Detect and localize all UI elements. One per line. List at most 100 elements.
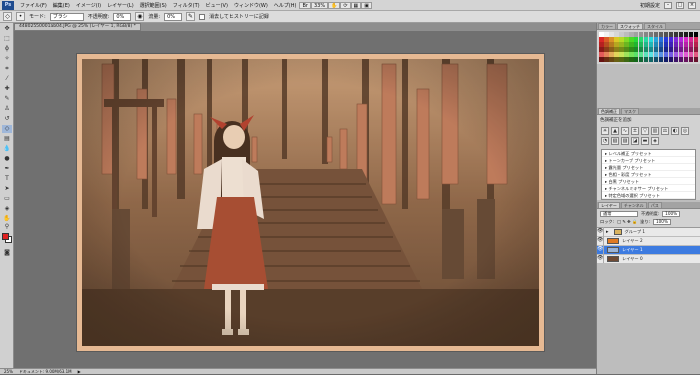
exposure-icon[interactable]: ±: [631, 126, 639, 135]
3d-tool-icon[interactable]: ◈: [2, 205, 12, 213]
zoom-select[interactable]: 33%: [310, 1, 329, 9]
color-swatch[interactable]: [678, 41, 684, 47]
color-swatch[interactable]: [688, 41, 694, 47]
color-swatch[interactable]: [683, 46, 689, 52]
color-swatch[interactable]: [638, 51, 644, 57]
color-swatch[interactable]: [663, 51, 669, 57]
preset-hue-saturation[interactable]: ▸ 色相・彩度 プリセット: [602, 171, 695, 178]
color-swatch[interactable]: [623, 51, 629, 57]
color-swatch[interactable]: [618, 32, 624, 37]
eraser-tool-button[interactable]: ◇: [2, 125, 12, 133]
brush-tool-icon[interactable]: ✎: [2, 95, 12, 103]
flow-field[interactable]: 0%: [164, 12, 183, 21]
disclosure-triangle-icon[interactable]: ▸: [606, 229, 609, 235]
color-swatch[interactable]: [683, 41, 689, 47]
menu-image[interactable]: イメージ(I): [73, 2, 104, 9]
dodge-tool-icon[interactable]: ●: [2, 155, 12, 163]
color-swatch[interactable]: [693, 51, 699, 57]
color-swatch[interactable]: [603, 36, 609, 42]
zoom-readout[interactable]: 25%: [4, 369, 13, 374]
tab-paths[interactable]: パス: [647, 201, 662, 208]
color-swatch[interactable]: [638, 36, 644, 42]
color-swatch[interactable]: [688, 36, 694, 42]
color-swatch[interactable]: [643, 41, 649, 47]
color-swatch[interactable]: [673, 32, 679, 37]
invert-icon[interactable]: ▧: [611, 136, 619, 145]
menu-file[interactable]: ファイル(F): [17, 2, 50, 9]
document-image[interactable]: [82, 59, 539, 346]
color-swatch[interactable]: [623, 36, 629, 42]
color-swatch[interactable]: [658, 56, 664, 62]
color-swatch[interactable]: [608, 56, 614, 62]
posterize-icon[interactable]: ▨: [621, 136, 629, 145]
document-tab[interactable]: 44802550001ab04.JPG @ 25% (レイヤー 1, RGB/8…: [14, 23, 141, 31]
tablet-pressure-icon[interactable]: ◉: [135, 12, 145, 21]
color-swatch[interactable]: [643, 56, 649, 62]
tab-layers[interactable]: レイヤー: [598, 201, 620, 208]
opacity-field[interactable]: 0%: [113, 12, 132, 21]
color-balance-icon[interactable]: ⚖: [661, 126, 669, 135]
color-swatch[interactable]: [683, 36, 689, 42]
gradient-tool-icon[interactable]: ▤: [2, 135, 12, 143]
color-swatch[interactable]: [613, 56, 619, 62]
vibrance-icon[interactable]: ▽: [641, 126, 649, 135]
clone-stamp-tool-icon[interactable]: ♙: [2, 105, 12, 113]
tab-adjustments[interactable]: 色調補正: [598, 107, 620, 114]
color-swatch[interactable]: [648, 41, 654, 47]
history-brush-tool-icon[interactable]: ↺: [2, 115, 12, 123]
color-swatch[interactable]: [608, 46, 614, 52]
layer-row[interactable]: 👁 レイヤー 2: [597, 236, 700, 246]
maximize-icon[interactable]: □: [676, 1, 684, 9]
color-swatch[interactable]: [613, 46, 619, 52]
visibility-eye-icon[interactable]: 👁: [597, 245, 604, 255]
color-swatch[interactable]: [648, 56, 654, 62]
foreground-color-swatch[interactable]: [2, 233, 9, 240]
fill-field[interactable]: 100%: [652, 218, 671, 225]
marquee-tool-icon[interactable]: ⬚: [2, 35, 12, 43]
hand-tool-button[interactable]: ✋: [328, 1, 341, 9]
screen-mode-button[interactable]: ▣: [361, 1, 372, 9]
color-swatch[interactable]: [668, 51, 674, 57]
color-swatch[interactable]: [683, 51, 689, 57]
channel-mixer-icon[interactable]: ◔: [601, 136, 609, 145]
color-swatch[interactable]: [628, 51, 634, 57]
color-swatch[interactable]: [628, 41, 634, 47]
color-swatch[interactable]: [628, 46, 634, 52]
color-swatch[interactable]: [599, 51, 604, 57]
color-swatch[interactable]: [638, 32, 644, 37]
layer-row[interactable]: 👁 レイヤー 0: [597, 254, 700, 264]
healing-brush-tool-icon[interactable]: ✚: [2, 85, 12, 93]
erase-to-history-checkbox[interactable]: [199, 13, 206, 20]
color-swatch[interactable]: [633, 41, 639, 47]
type-tool-icon[interactable]: T: [2, 175, 12, 183]
color-swatch[interactable]: [648, 36, 654, 42]
color-swatch[interactable]: [618, 46, 624, 52]
color-swatch[interactable]: [608, 32, 614, 37]
color-swatch[interactable]: [688, 32, 694, 37]
rotate-view-button[interactable]: ⟳: [340, 1, 351, 9]
color-swatch[interactable]: [658, 32, 664, 37]
color-swatch[interactable]: [678, 46, 684, 52]
tab-masks[interactable]: マスク: [621, 107, 639, 114]
quick-select-tool-icon[interactable]: ✧: [2, 55, 12, 63]
color-swatch[interactable]: [693, 36, 699, 42]
color-swatch[interactable]: [663, 36, 669, 42]
color-swatch[interactable]: [599, 56, 604, 62]
preset-curves[interactable]: ▸ トーンカーブ プリセット: [602, 157, 695, 164]
minimize-icon[interactable]: –: [664, 1, 672, 9]
layer-row-group[interactable]: 👁 ▸ グループ 1: [597, 227, 700, 237]
color-swatch[interactable]: [658, 41, 664, 47]
color-swatch[interactable]: [633, 32, 639, 37]
menu-layer[interactable]: レイヤー(L): [104, 2, 137, 9]
color-swatch[interactable]: [603, 32, 609, 37]
close-icon[interactable]: ×: [688, 1, 696, 9]
airbrush-icon[interactable]: ✎: [186, 12, 196, 21]
preset-exposure[interactable]: ▸ 露光量 プリセット: [602, 164, 695, 171]
color-swatch[interactable]: [633, 36, 639, 42]
color-swatch[interactable]: [658, 46, 664, 52]
mode-select[interactable]: ブラシ: [49, 12, 84, 21]
visibility-eye-icon[interactable]: 👁: [597, 227, 604, 237]
bridge-button[interactable]: Br: [299, 1, 311, 9]
color-swatch[interactable]: [648, 32, 654, 37]
color-swatch[interactable]: [643, 32, 649, 37]
